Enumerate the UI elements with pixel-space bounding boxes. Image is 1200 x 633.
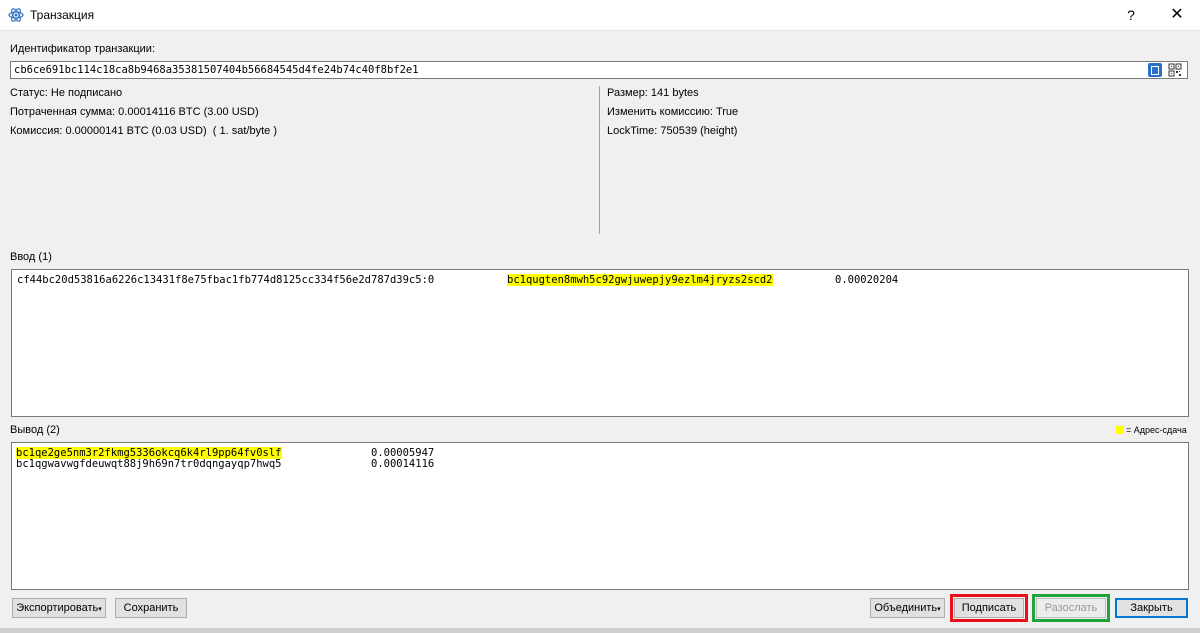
export-button[interactable]: Экспортировать▾ <box>12 598 106 618</box>
combine-button[interactable]: Объединить▾ <box>870 598 945 618</box>
rbf-text: Изменить комиссию: True <box>607 106 739 118</box>
export-button-label: Экспортировать <box>16 602 99 614</box>
sign-button[interactable]: Подписать <box>954 598 1024 618</box>
change-legend-swatch <box>1116 426 1124 434</box>
inputs-list[interactable]: cf44bc20d53816a6226c13431f8e75fbac1fb774… <box>11 269 1189 417</box>
txid-field[interactable]: cb6ce691bc114c18ca8b9468a35381507404b566… <box>10 61 1188 79</box>
output-amount: 0.00014116 <box>371 458 435 470</box>
details-divider <box>599 86 600 234</box>
input-outpoint: cf44bc20d53816a6226c13431f8e75fbac1fb774… <box>17 274 435 286</box>
change-legend-text: = Адрес-сдача <box>1126 425 1187 435</box>
dropdown-arrow-icon: ▾ <box>937 606 941 613</box>
help-button[interactable]: ? <box>1108 0 1154 30</box>
combine-button-label: Объединить <box>874 602 938 614</box>
qr-code-icon[interactable] <box>1168 63 1182 77</box>
save-button[interactable]: Сохранить <box>115 598 187 618</box>
list-item[interactable]: bc1qgwavwgfdeuwqt88j9h69n7tr0dqngayqp7hw… <box>12 457 1188 471</box>
fee-text: Комиссия: 0.00000141 BTC (0.03 USD) ( 1.… <box>10 125 277 137</box>
txid-value: cb6ce691bc114c18ca8b9468a35381507404b566… <box>14 64 419 76</box>
copy-icon[interactable] <box>1148 63 1162 77</box>
locktime-text: LockTime: 750539 (height) <box>607 125 738 137</box>
size-text: Размер: 141 bytes <box>607 87 699 99</box>
close-button[interactable]: Закрыть <box>1115 598 1188 618</box>
outputs-label: Вывод (2) <box>10 424 60 436</box>
spent-amount-text: Потраченная сумма: 0.00014116 BTC (3.00 … <box>10 106 259 118</box>
list-item[interactable]: bc1qe2ge5nm3r2fkmg5336okcq6k4rl9pp64fv0s… <box>12 443 1188 459</box>
txid-label: Идентификатор транзакции: <box>10 43 155 55</box>
electrum-app-icon <box>8 8 24 22</box>
inputs-label: Ввод (1) <box>10 251 52 263</box>
background-window-strip <box>0 628 1200 633</box>
title-bar: Транзакция ? ✕ <box>0 0 1200 31</box>
outputs-list[interactable]: bc1qe2ge5nm3r2fkmg5336okcq6k4rl9pp64fv0s… <box>11 442 1189 590</box>
output-address: bc1qgwavwgfdeuwqt88j9h69n7tr0dqngayqp7hw… <box>16 458 282 470</box>
broadcast-button[interactable]: Разослать <box>1036 598 1106 618</box>
list-item[interactable]: cf44bc20d53816a6226c13431f8e75fbac1fb774… <box>12 270 1188 286</box>
dropdown-arrow-icon: ▾ <box>98 606 102 613</box>
window-title: Транзакция <box>30 8 95 22</box>
input-address: bc1qugten8mwh5c92gwjuwepjy9ezlm4jryzs2sc… <box>507 274 773 286</box>
input-amount: 0.00020204 <box>835 274 899 286</box>
status-text: Статус: Не подписано <box>10 87 123 99</box>
close-window-button[interactable]: ✕ <box>1154 0 1200 30</box>
